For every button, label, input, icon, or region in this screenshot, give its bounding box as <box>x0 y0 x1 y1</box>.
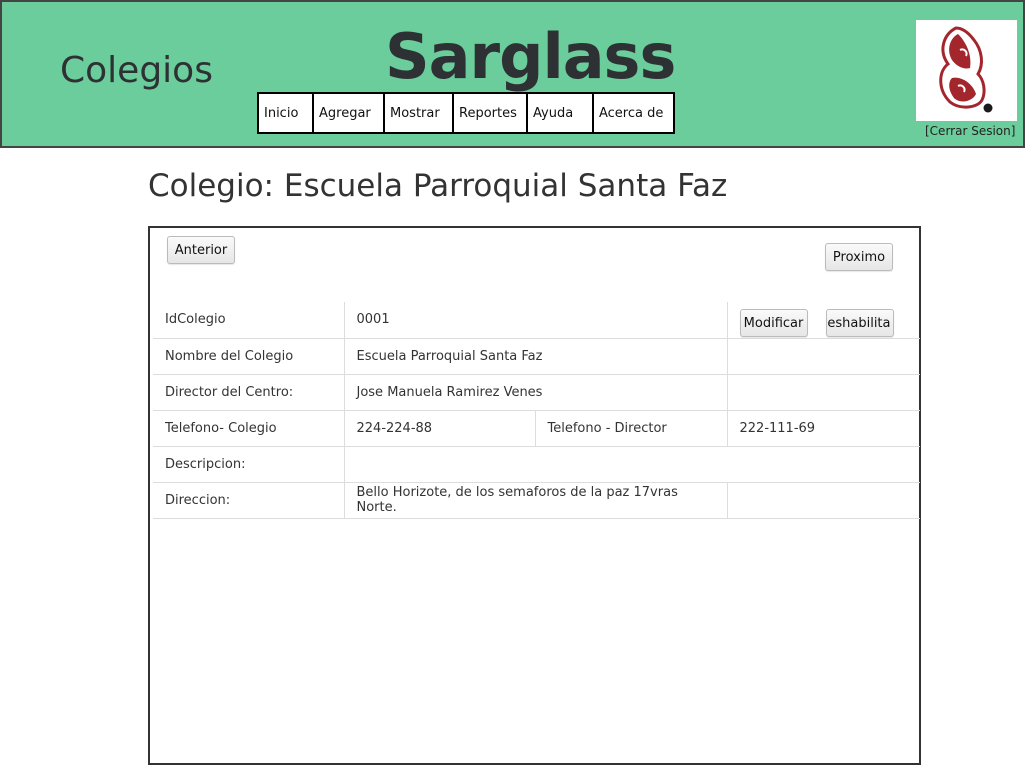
director-value: Jose Manuela Ramirez Venes <box>343 373 728 411</box>
address-label: Direccion: <box>153 481 345 519</box>
table-row: Telefono- Colegio 224-224-88 Telefono - … <box>153 409 920 447</box>
nav-item-ayuda[interactable]: Ayuda <box>528 94 594 132</box>
brand-title: Sarglass <box>385 20 676 93</box>
nav-item-acerca-de[interactable]: Acerca de <box>594 94 673 132</box>
table-row: Director del Centro: Jose Manuela Ramire… <box>153 373 920 411</box>
description-label: Descripcion: <box>153 445 345 483</box>
table-row: Direccion: Bello Horizote, de los semafo… <box>153 481 920 519</box>
table-row: Nombre del Colegio Escuela Parroquial Sa… <box>153 337 920 375</box>
modify-button[interactable]: Modificar <box>739 309 808 337</box>
school-phone-label: Telefono- Colegio <box>153 409 345 447</box>
next-button[interactable]: Proximo <box>825 243 893 271</box>
nav-item-reportes[interactable]: Reportes <box>454 94 528 132</box>
butterfly-logo-icon <box>939 26 993 113</box>
school-detail-panel: Anterior Proximo IdColegio 0001 Modifica… <box>148 226 921 765</box>
actions-cell: Modificar Deshabilita <box>726 302 920 339</box>
school-info-table: IdColegio 0001 Modificar Deshabilita Nom… <box>153 302 920 519</box>
previous-button[interactable]: Anterior <box>167 236 235 264</box>
nav-item-mostrar[interactable]: Mostrar <box>385 94 454 132</box>
section-title: Colegios <box>60 50 213 91</box>
empty-cell <box>726 337 920 375</box>
school-phone-value: 224-224-88 <box>343 409 536 447</box>
logo <box>916 20 1017 121</box>
nav-item-agregar[interactable]: Agregar <box>314 94 385 132</box>
table-row: Descripcion: <box>153 445 920 483</box>
disable-button[interactable]: Deshabilita <box>825 309 894 337</box>
main-nav: Inicio Agregar Mostrar Reportes Ayuda Ac… <box>257 92 675 134</box>
school-name-value: Escuela Parroquial Santa Faz <box>343 337 728 375</box>
school-name-label: Nombre del Colegio <box>153 337 345 375</box>
director-phone-label: Telefono - Director <box>534 409 728 447</box>
empty-cell <box>726 481 920 519</box>
id-label: IdColegio <box>153 302 345 339</box>
empty-cell <box>726 373 920 411</box>
id-value: 0001 <box>343 302 728 339</box>
director-phone-value: 222-111-69 <box>726 409 920 447</box>
app-header: Colegios Sarglass Inicio Agregar Mostrar… <box>0 0 1025 148</box>
page-title: Colegio: Escuela Parroquial Santa Faz <box>148 168 728 204</box>
nav-item-inicio[interactable]: Inicio <box>259 94 314 132</box>
director-label: Director del Centro: <box>153 373 345 411</box>
table-row: IdColegio 0001 Modificar Deshabilita <box>153 302 920 339</box>
logout-link[interactable]: [Cerrar Sesion] <box>925 124 1015 138</box>
description-value <box>343 445 920 483</box>
address-value: Bello Horizote, de los semaforos de la p… <box>343 481 728 519</box>
